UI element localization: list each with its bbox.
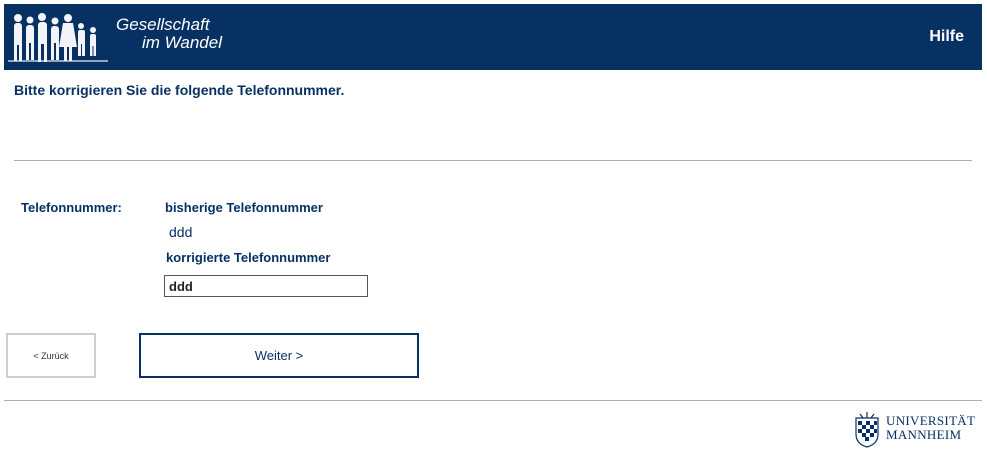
help-link[interactable]: Hilfe	[929, 28, 964, 46]
university-name-line-1: UNIVERSITÄT	[886, 413, 976, 428]
next-button[interactable]: Weiter >	[139, 333, 419, 378]
previous-phone-value: ddd	[169, 224, 193, 240]
previous-phone-label: bisherige Telefonnummer	[165, 200, 323, 215]
university-name-line-2: MANNHEIM	[886, 427, 962, 442]
bottom-divider	[4, 400, 982, 401]
logo-line-1: Gesellschaft	[116, 15, 210, 34]
corrected-phone-label: korrigierte Telefonnummer	[166, 250, 331, 265]
corrected-phone-input[interactable]	[164, 275, 368, 297]
header-banner: Gesellschaft im Wandel Hilfe	[4, 4, 982, 70]
site-logo-text: Gesellschaft im Wandel	[116, 16, 222, 52]
question-prompt: Bitte korrigieren Sie die folgende Telef…	[14, 82, 345, 98]
university-logo: UNIVERSITÄT MANNHEIM	[850, 410, 984, 450]
people-silhouettes-icon	[8, 13, 108, 62]
top-divider	[14, 160, 972, 161]
university-name: UNIVERSITÄT MANNHEIM	[886, 414, 975, 442]
back-button[interactable]: < Zurück	[6, 333, 96, 378]
phone-field-label: Telefonnummer:	[21, 200, 122, 215]
logo-line-2: im Wandel	[142, 33, 222, 52]
university-seal-icon	[855, 412, 879, 448]
